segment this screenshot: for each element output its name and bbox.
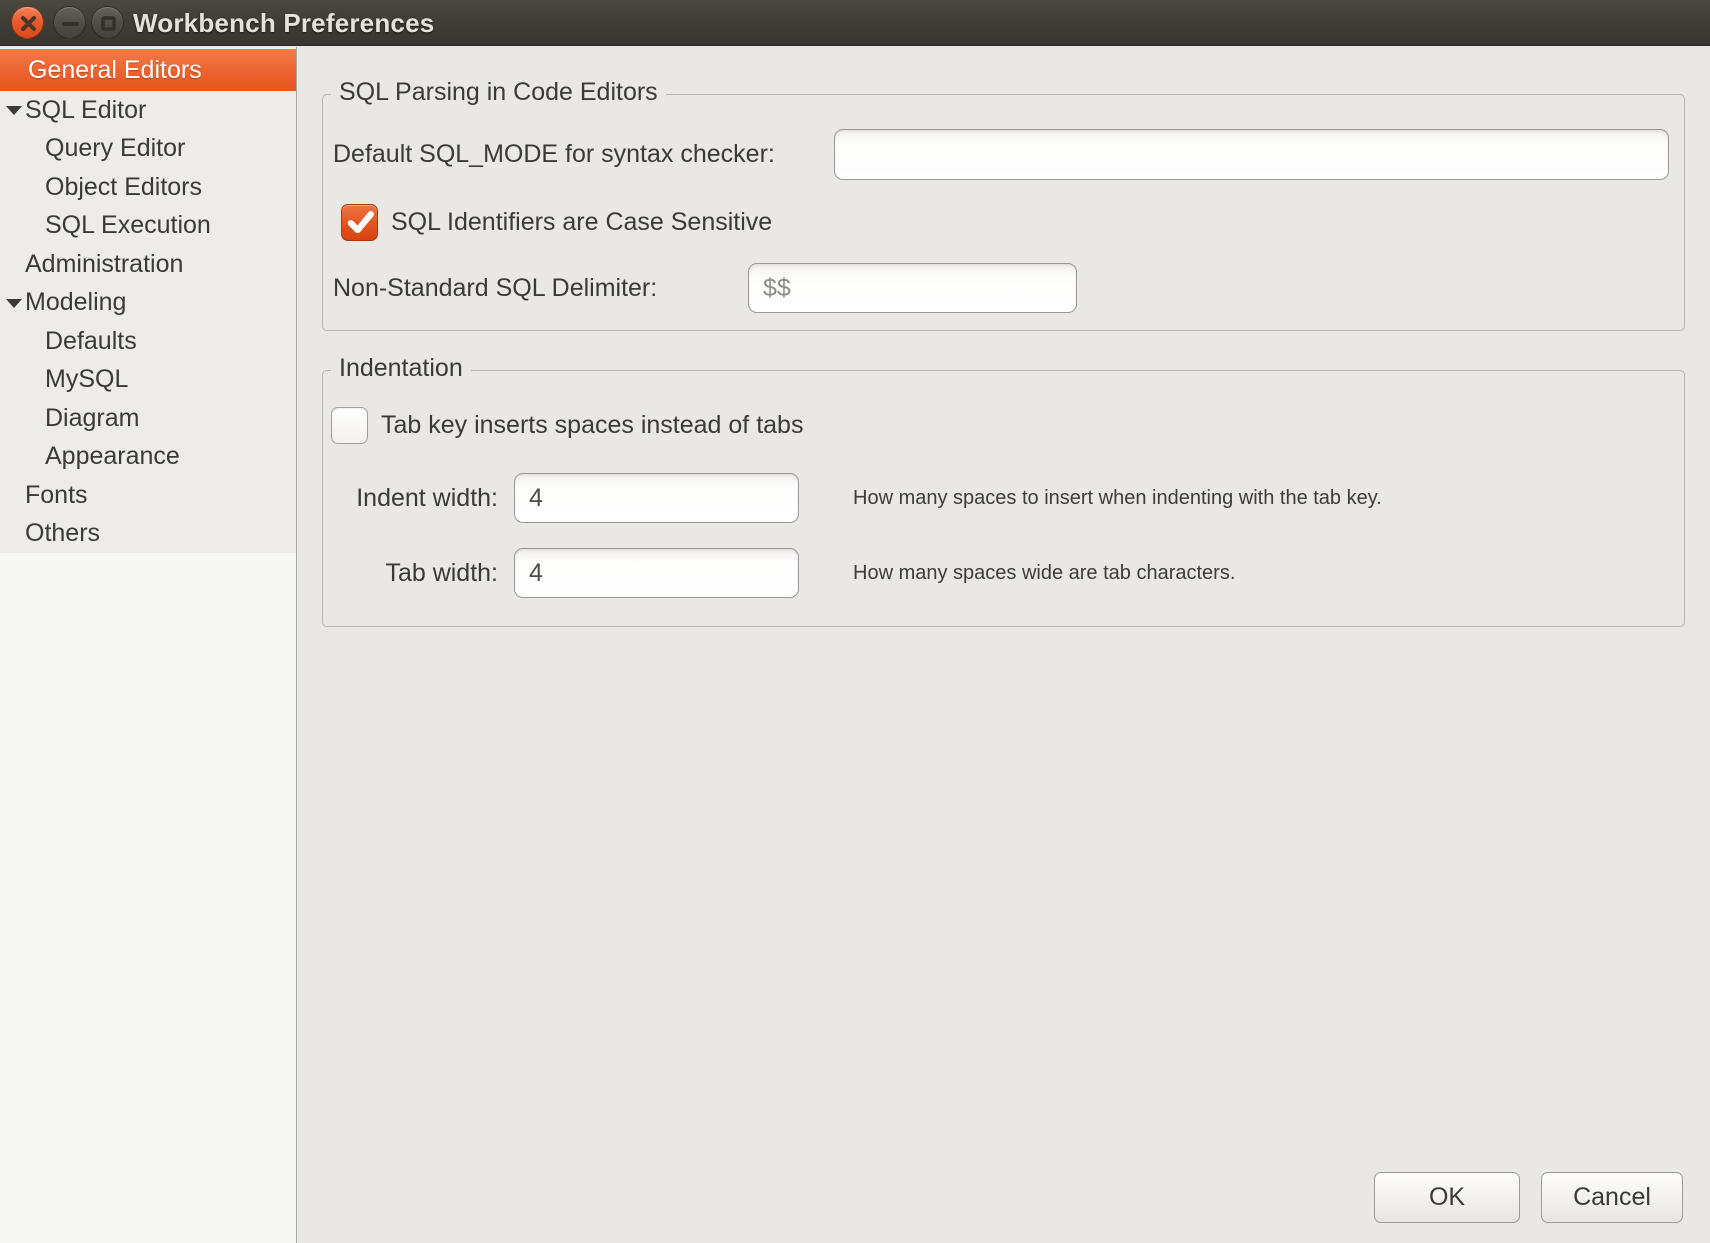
sidebar-item-fonts[interactable]: Fonts [0, 476, 296, 515]
titlebar: Workbench Preferences [0, 0, 1710, 46]
expander-arrow-icon[interactable] [6, 106, 22, 115]
sidebar-item-label: Fonts [25, 481, 88, 510]
indent-width-hint: How many spaces to insert when indenting… [853, 473, 1382, 523]
tab-inserts-spaces-label: Tab key inserts spaces instead of tabs [381, 407, 803, 444]
sidebar-item-label: Administration [25, 250, 183, 279]
sidebar-item-modeling[interactable]: Modeling [0, 284, 296, 323]
indent-width-input[interactable] [514, 473, 799, 523]
case-sensitive-label: SQL Identifiers are Case Sensitive [391, 204, 772, 241]
cancel-button[interactable]: Cancel [1541, 1172, 1683, 1223]
sidebar-item-mysql[interactable]: MySQL [0, 361, 296, 400]
sidebar-list: General Editors SQL Editor Query Editor … [0, 47, 296, 553]
expander-arrow-icon[interactable] [6, 299, 22, 308]
sidebar-item-appearance[interactable]: Appearance [0, 438, 296, 477]
sidebar-item-diagram[interactable]: Diagram [0, 399, 296, 438]
sidebar-item-label: Diagram [45, 404, 139, 433]
sidebar-item-label: SQL Editor [25, 96, 146, 125]
sidebar-item-label: Query Editor [45, 134, 185, 163]
sidebar-item-sql-execution[interactable]: SQL Execution [0, 207, 296, 246]
indent-width-label: Indent width: [323, 473, 498, 523]
case-sensitive-checkbox[interactable] [341, 204, 378, 241]
sidebar-item-label: Object Editors [45, 173, 202, 202]
sidebar-item-administration[interactable]: Administration [0, 245, 296, 284]
tab-width-input[interactable] [514, 548, 799, 598]
delimiter-input[interactable] [748, 263, 1077, 313]
sidebar-item-others[interactable]: Others [0, 515, 296, 554]
tab-width-label: Tab width: [323, 548, 498, 598]
preferences-sidebar: General Editors SQL Editor Query Editor … [0, 47, 297, 1243]
window-title: Workbench Preferences [133, 0, 434, 46]
sidebar-item-sql-editor[interactable]: SQL Editor [0, 91, 296, 130]
sql-mode-label: Default SQL_MODE for syntax checker: [333, 129, 775, 180]
close-button[interactable] [11, 6, 44, 39]
sidebar-item-object-editors[interactable]: Object Editors [0, 168, 296, 207]
sidebar-item-label: Defaults [45, 327, 137, 356]
sidebar-item-defaults[interactable]: Defaults [0, 322, 296, 361]
sidebar-item-query-editor[interactable]: Query Editor [0, 130, 296, 169]
sql-mode-input[interactable] [834, 129, 1669, 180]
minimize-button[interactable] [53, 6, 86, 39]
delimiter-label: Non-Standard SQL Delimiter: [333, 263, 657, 313]
ok-button[interactable]: OK [1374, 1172, 1520, 1223]
sidebar-item-label: SQL Execution [45, 211, 211, 240]
sidebar-item-label: General Editors [28, 56, 202, 85]
sidebar-item-label: MySQL [45, 365, 128, 394]
sidebar-item-general-editors[interactable]: General Editors [0, 49, 296, 91]
groupbox-title: SQL Parsing in Code Editors [331, 78, 666, 107]
tab-width-hint: How many spaces wide are tab characters. [853, 548, 1235, 598]
sidebar-item-label: Appearance [45, 442, 180, 471]
tab-inserts-spaces-checkbox[interactable] [331, 407, 368, 444]
sidebar-item-label: Others [25, 519, 100, 548]
sql-parsing-groupbox: SQL Parsing in Code Editors Default SQL_… [322, 94, 1685, 331]
sidebar-item-label: Modeling [25, 288, 126, 317]
indentation-groupbox: Indentation Tab key inserts spaces inste… [322, 370, 1685, 627]
maximize-button[interactable] [91, 6, 124, 39]
groupbox-title: Indentation [331, 354, 471, 383]
